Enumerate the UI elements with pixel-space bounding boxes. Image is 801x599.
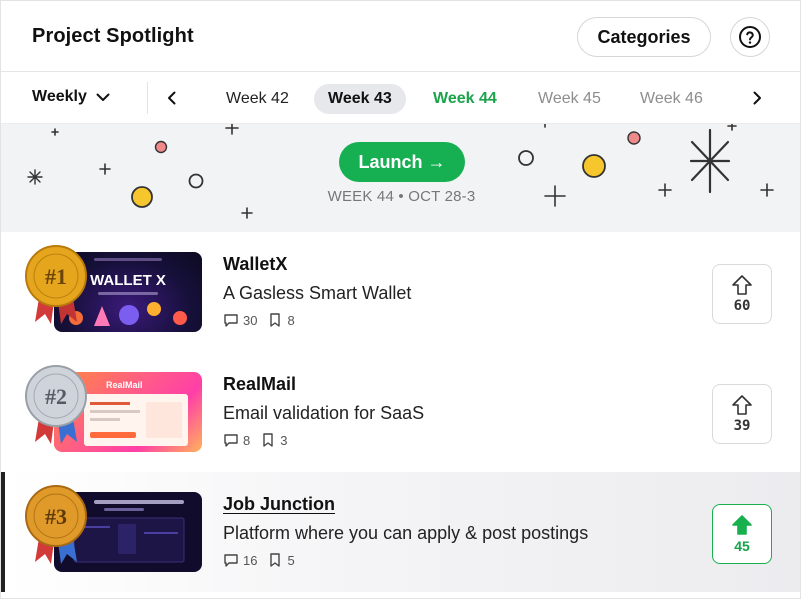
launch-button[interactable]: Launch → <box>339 142 465 182</box>
bookmarks-stat[interactable]: 3 <box>260 432 287 448</box>
upvote-count: 39 <box>733 418 751 434</box>
comment-count: 16 <box>243 552 258 568</box>
project-name[interactable]: Job Junction <box>223 494 335 515</box>
list-item[interactable]: WALLET X #1 WalletX A Gasless Smart Wall… <box>1 232 800 350</box>
help-button[interactable] <box>730 17 770 57</box>
header: Project Spotlight Categories <box>1 1 800 72</box>
thumbnail-title: RealMail <box>106 380 143 390</box>
launch-banner: Launch → WEEK 44 • OCT 28-3 <box>1 124 800 232</box>
bookmarks-stat[interactable]: 8 <box>267 312 295 328</box>
bookmark-icon <box>270 553 281 567</box>
rank-number: #1 <box>45 264 67 289</box>
bookmark-count: 5 <box>287 552 295 568</box>
upvote-button[interactable]: 39 <box>712 384 772 444</box>
tab-week-46[interactable]: Week 46 <box>626 84 717 114</box>
next-week-button[interactable] <box>745 86 769 110</box>
comments-stat[interactable]: 16 <box>223 552 257 568</box>
upvote-button[interactable]: 45 <box>712 504 772 564</box>
bookmark-icon <box>270 313 281 327</box>
project-tagline: A Gasless Smart Wallet <box>223 283 412 303</box>
rank-badge: #3 <box>21 482 91 566</box>
rank-badge: #1 <box>21 242 91 326</box>
prev-week-button[interactable] <box>160 86 184 110</box>
tab-week-45[interactable]: Week 45 <box>524 84 615 114</box>
thumbnail-title: WALLET X <box>90 272 166 289</box>
period-label: Weekly <box>32 88 87 105</box>
tab-week-44[interactable]: Week 44 <box>419 84 511 114</box>
comments-stat[interactable]: 8 <box>223 432 250 448</box>
bookmark-count: 3 <box>280 432 288 448</box>
list-item[interactable]: RealMail #2 RealMail Email validation fo… <box>1 352 800 470</box>
project-name[interactable]: RealMail <box>223 374 296 395</box>
comment-count: 30 <box>243 312 258 328</box>
chevron-right-icon <box>753 91 761 105</box>
week-navigation: Weekly Week 42 Week 43 Week 44 Week 45 W… <box>1 72 800 124</box>
comment-count: 8 <box>243 432 251 448</box>
upvote-count: 45 <box>734 538 750 554</box>
upvote-count: 60 <box>733 298 751 314</box>
bookmarks-stat[interactable]: 5 <box>267 552 295 568</box>
upvote-arrow-icon <box>732 275 752 295</box>
upvote-button[interactable]: 60 <box>712 264 772 324</box>
period-dropdown[interactable]: Weekly <box>32 88 111 106</box>
project-tagline: Platform where you can apply & post post… <box>223 523 589 543</box>
project-meta: 8 3 <box>223 432 297 448</box>
upvote-arrow-icon <box>732 395 752 415</box>
comment-icon <box>224 434 238 447</box>
chevron-left-icon <box>168 91 176 105</box>
categories-button[interactable]: Categories <box>577 17 711 57</box>
rank-number: #3 <box>45 504 67 529</box>
project-name[interactable]: WalletX <box>223 254 287 275</box>
rank-badge: #2 <box>21 362 91 446</box>
page-title: Project Spotlight <box>32 25 194 47</box>
comment-icon <box>224 314 238 327</box>
app-frame: Project Spotlight Categories Weekly Week… <box>0 0 801 599</box>
tab-week-43[interactable]: Week 43 <box>314 84 406 114</box>
divider <box>147 82 148 114</box>
week-range-label: WEEK 44 • OCT 28-3 <box>327 188 476 205</box>
project-meta: 30 8 <box>223 312 305 328</box>
bookmark-icon <box>263 433 273 447</box>
project-tagline: Email validation for SaaS <box>223 403 425 423</box>
comment-icon <box>224 554 238 567</box>
comments-stat[interactable]: 30 <box>223 312 257 328</box>
rank-number: #2 <box>45 384 67 409</box>
upvote-arrow-icon <box>732 515 752 535</box>
bookmark-count: 8 <box>287 312 295 328</box>
tab-week-42[interactable]: Week 42 <box>212 84 303 114</box>
list-item[interactable]: #3 Job Junction Platform where you can a… <box>1 472 800 592</box>
project-meta: 16 5 <box>223 552 305 568</box>
question-circle-icon <box>739 26 761 48</box>
chevron-down-icon <box>96 93 110 101</box>
